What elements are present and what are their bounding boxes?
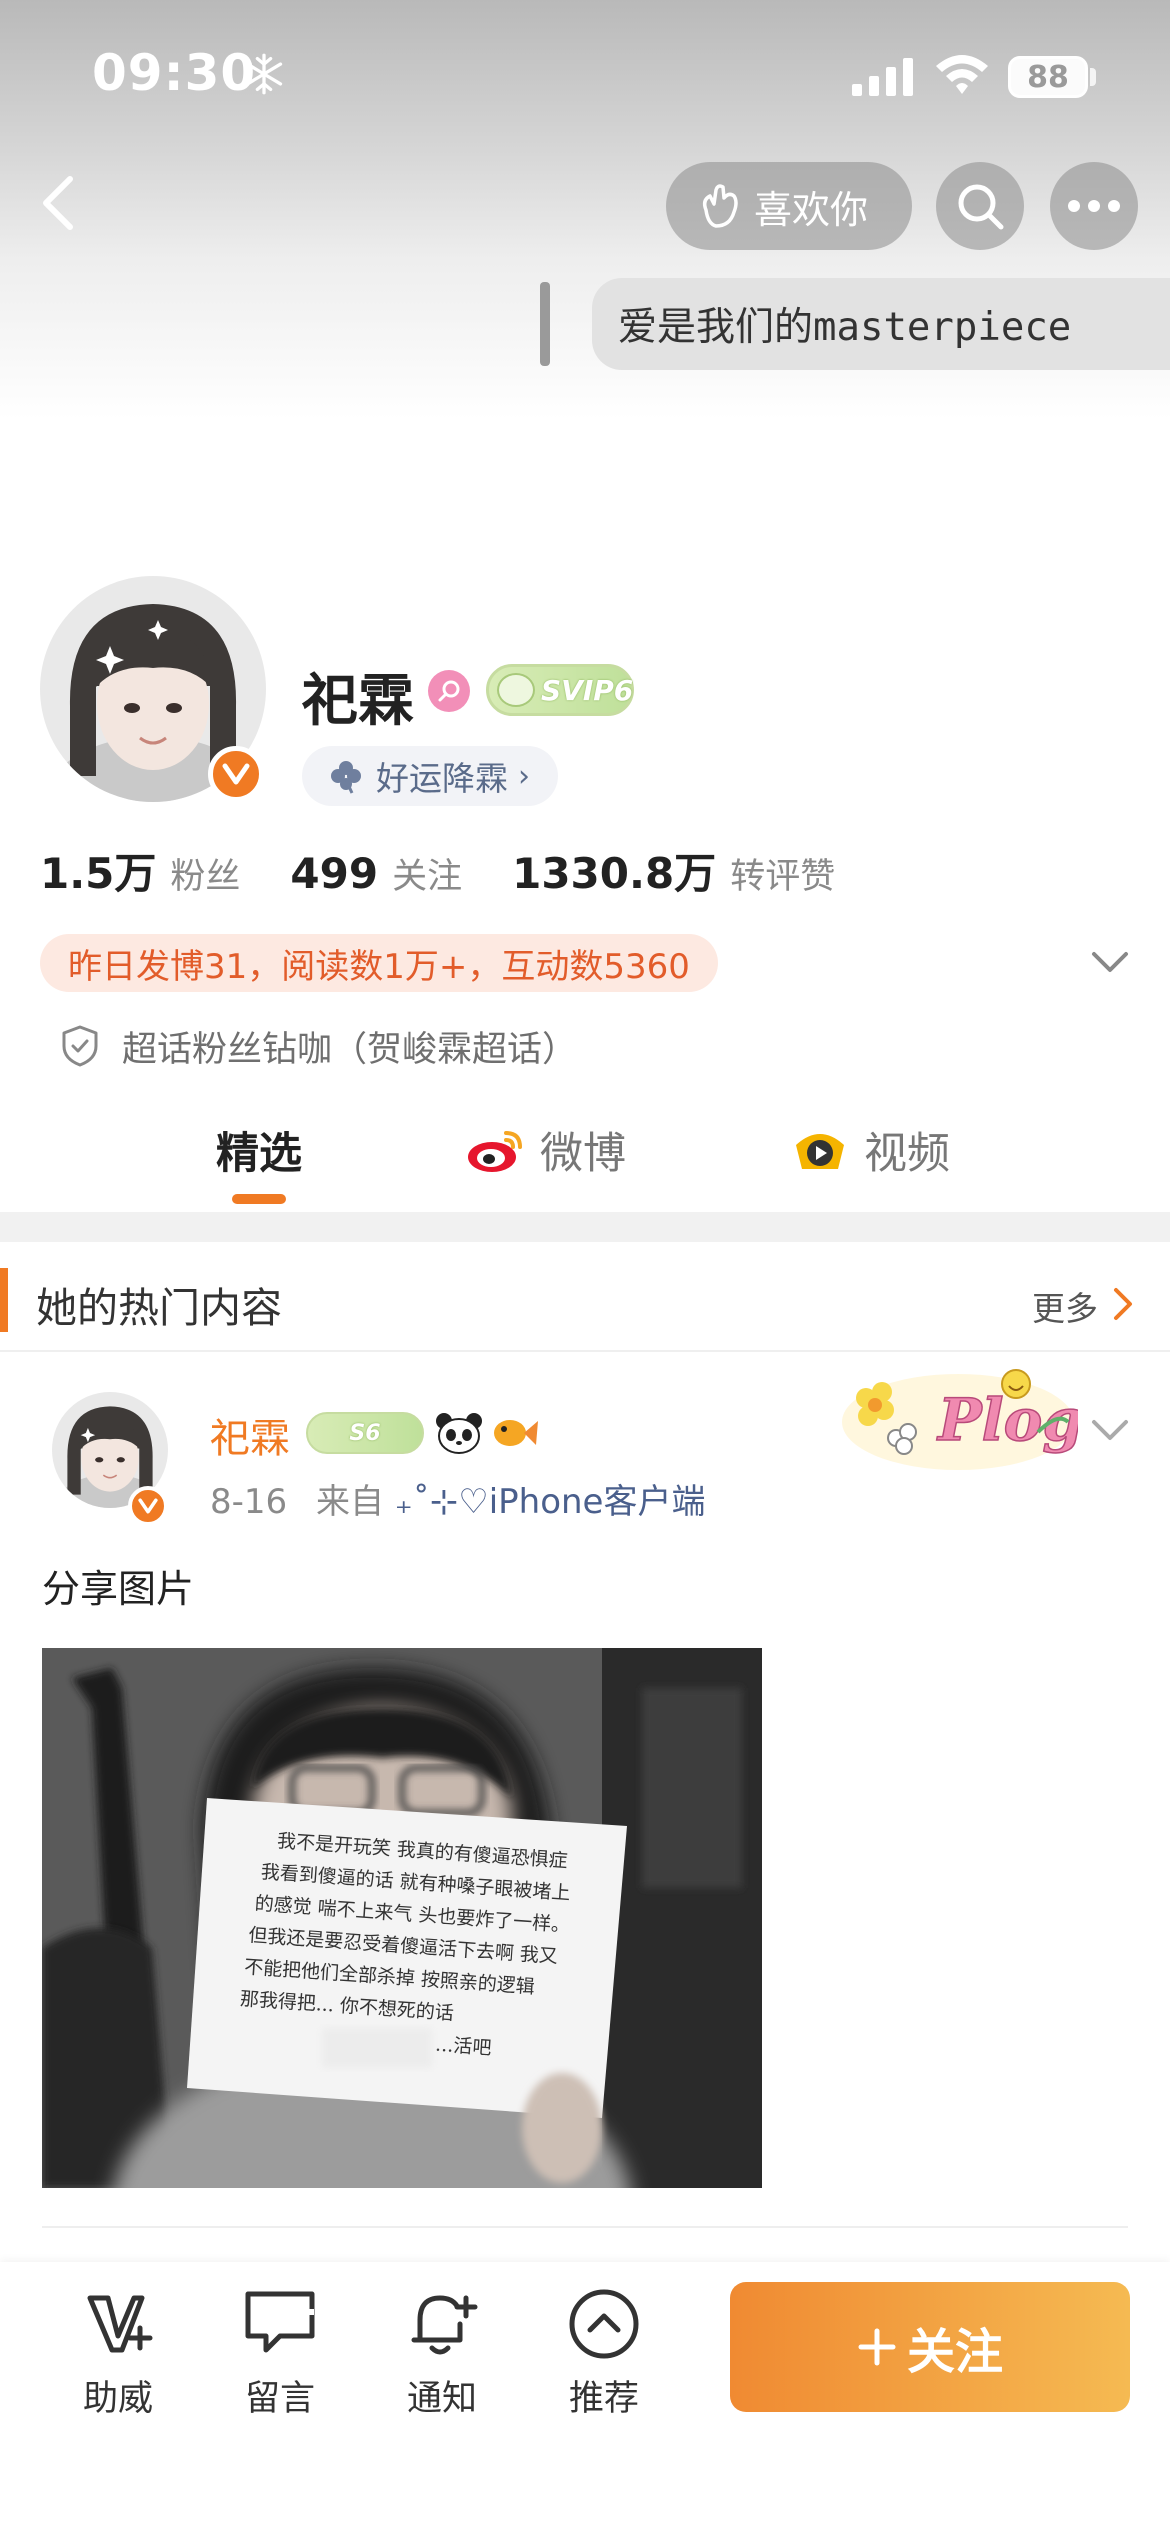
svip-badge[interactable]: SVIP6 [486,664,634,716]
post-author-badges: S6 [306,1408,540,1458]
stat-label: 转评赞 [730,857,836,897]
post-options-chevron-icon[interactable] [1088,1408,1132,1452]
shield-icon [62,1025,98,1067]
luck-tag[interactable]: 好运降霖 › [302,746,558,806]
active-tab-indicator [232,1194,286,1204]
like-you-label: 喜欢你 [754,187,869,232]
note-line: ...活吧 [435,2034,493,2060]
post-image[interactable]: 我不是开玩笑 我真的有傻逼恐惧症 我看到傻逼的话 就有种嗓子眼被堵上 的感觉 喘… [42,1648,762,2188]
svip-label: SVIP6 [541,673,634,707]
plus-icon [858,2328,896,2366]
svip-label: S6 [349,1420,381,1446]
supertopic-badge[interactable]: 超话粉丝钻咖（贺峻霖超话） [60,1018,577,1074]
tab-label: 视频 [864,1129,950,1179]
panda-icon [436,1413,482,1454]
more-dots-icon [1068,200,1120,212]
recommend-label: 推荐 [568,2379,639,2419]
cheer-button[interactable]: 助威 [58,2284,178,2434]
female-icon [428,670,470,712]
stat-following[interactable]: 499 关注 [290,848,462,899]
post-photo: 我不是开玩笑 我真的有傻逼恐惧症 我看到傻逼的话 就有种嗓子眼被堵上 的感觉 喘… [42,1648,762,2188]
profile-tabs: 精选 微博 视频 [0,1100,1170,1210]
status-time: 09:30 [92,44,257,102]
tab-video[interactable]: 视频 [790,1100,950,1200]
search-button[interactable] [936,162,1024,250]
chevron-down-icon[interactable] [1088,940,1132,984]
signature-bubble[interactable]: 爱是我们的masterpiece [592,278,1170,370]
svip-badge[interactable]: S6 [306,1412,424,1454]
supertopic-label: 超话粉丝钻咖（贺峻霖超话） [122,1029,578,1070]
chevron-up-circle-icon [569,2289,639,2359]
goldfish-icon [494,1420,538,1446]
stat-followers[interactable]: 1.5万 粉丝 [40,840,240,901]
battery-nub [1090,68,1096,86]
cellular-signal-icon [852,58,913,96]
more-link[interactable]: 更多 [1032,1282,1098,1330]
stat-value: 499 [290,849,379,898]
message-button[interactable]: 留言 [220,2284,340,2434]
verified-badge [128,1486,168,1526]
post-text: 分享图片 [42,1567,195,1611]
section-divider [0,1212,1170,1242]
follow-button[interactable]: 关注 [730,2282,1130,2412]
message-icon [245,2291,315,2353]
section-accent-bar [0,1268,8,1332]
clover-icon [331,761,361,794]
hand-heart-icon [702,184,738,228]
activity-summary[interactable]: 昨日发博31，阅读数1万+，互动数5360 [40,934,718,992]
search-icon [958,184,1004,230]
section-title: 她的热门内容 [36,1284,282,1332]
chevron-right-icon[interactable] [1108,1282,1138,1326]
bell-plus-icon [411,2295,478,2355]
stat-label: 关注 [392,857,463,897]
tab-featured[interactable]: 精选 [216,1100,302,1200]
tab-label: 微博 [540,1129,626,1179]
post-source[interactable]: ₊˚⊹♡iPhone客户端 [395,1482,706,1522]
wifi-icon [936,55,988,94]
plog-sticker: Plog [842,1369,1078,1470]
notify-button[interactable]: 通知 [382,2284,502,2434]
activity-text: 昨日发博31，阅读数1万+，互动数5360 [68,946,690,987]
signature-marker [540,282,550,366]
tab-weibo[interactable]: 微博 [466,1100,626,1200]
battery-level: 88 [1027,59,1069,95]
snowflake-icon [245,53,283,95]
bottom-toolbar: 助威 留言 通知 推荐 关注 [0,2262,1170,2532]
chevron-left-icon [43,176,73,230]
cheer-v-icon [87,2295,153,2353]
svip-mascot-icon [497,673,535,707]
post-date: 8-16 [210,1482,288,1522]
profile-stats: 1.5万 粉丝 499 关注 1330.8万 转评赞 [40,840,885,900]
notify-label: 通知 [406,2379,477,2419]
recommend-button[interactable]: 推荐 [544,2284,664,2434]
status-bar: 09:30 88 [0,0,1170,150]
post-meta: 8-16 来自 ₊˚⊹♡iPhone客户端 [210,1474,705,1523]
chevron-right-icon: › [518,758,530,794]
more-button[interactable] [1050,162,1138,250]
post-author-name[interactable]: 祀霖 [210,1406,290,1464]
stat-label: 粉丝 [170,857,241,897]
video-play-icon [796,1134,844,1169]
stat-interactions[interactable]: 1330.8万 转评赞 [512,840,835,901]
verified-v-icon [222,763,250,785]
verified-v-icon [138,1498,158,1514]
tab-label: 精选 [216,1129,302,1179]
follow-label: 关注 [906,2324,1003,2380]
post-source-prefix: 来自 [315,1482,384,1522]
luck-tag-label: 好运降霖 [376,759,508,798]
message-label: 留言 [244,2379,315,2419]
like-you-button[interactable]: 喜欢你 [666,162,912,250]
profile-name: 祀霖 [302,669,414,734]
signature-text: 爱是我们的masterpiece [618,305,1072,350]
verified-badge [208,746,264,802]
post-action-divider [42,2226,1128,2228]
hot-content-header: 她的热门内容 更多 [0,1256,1170,1352]
battery-indicator: 88 [1008,56,1088,98]
stat-value: 1330.8万 [512,849,717,898]
cheer-label: 助威 [82,2379,153,2419]
stat-value: 1.5万 [40,849,157,898]
back-button[interactable] [28,168,88,238]
weibo-logo-icon [468,1131,522,1172]
